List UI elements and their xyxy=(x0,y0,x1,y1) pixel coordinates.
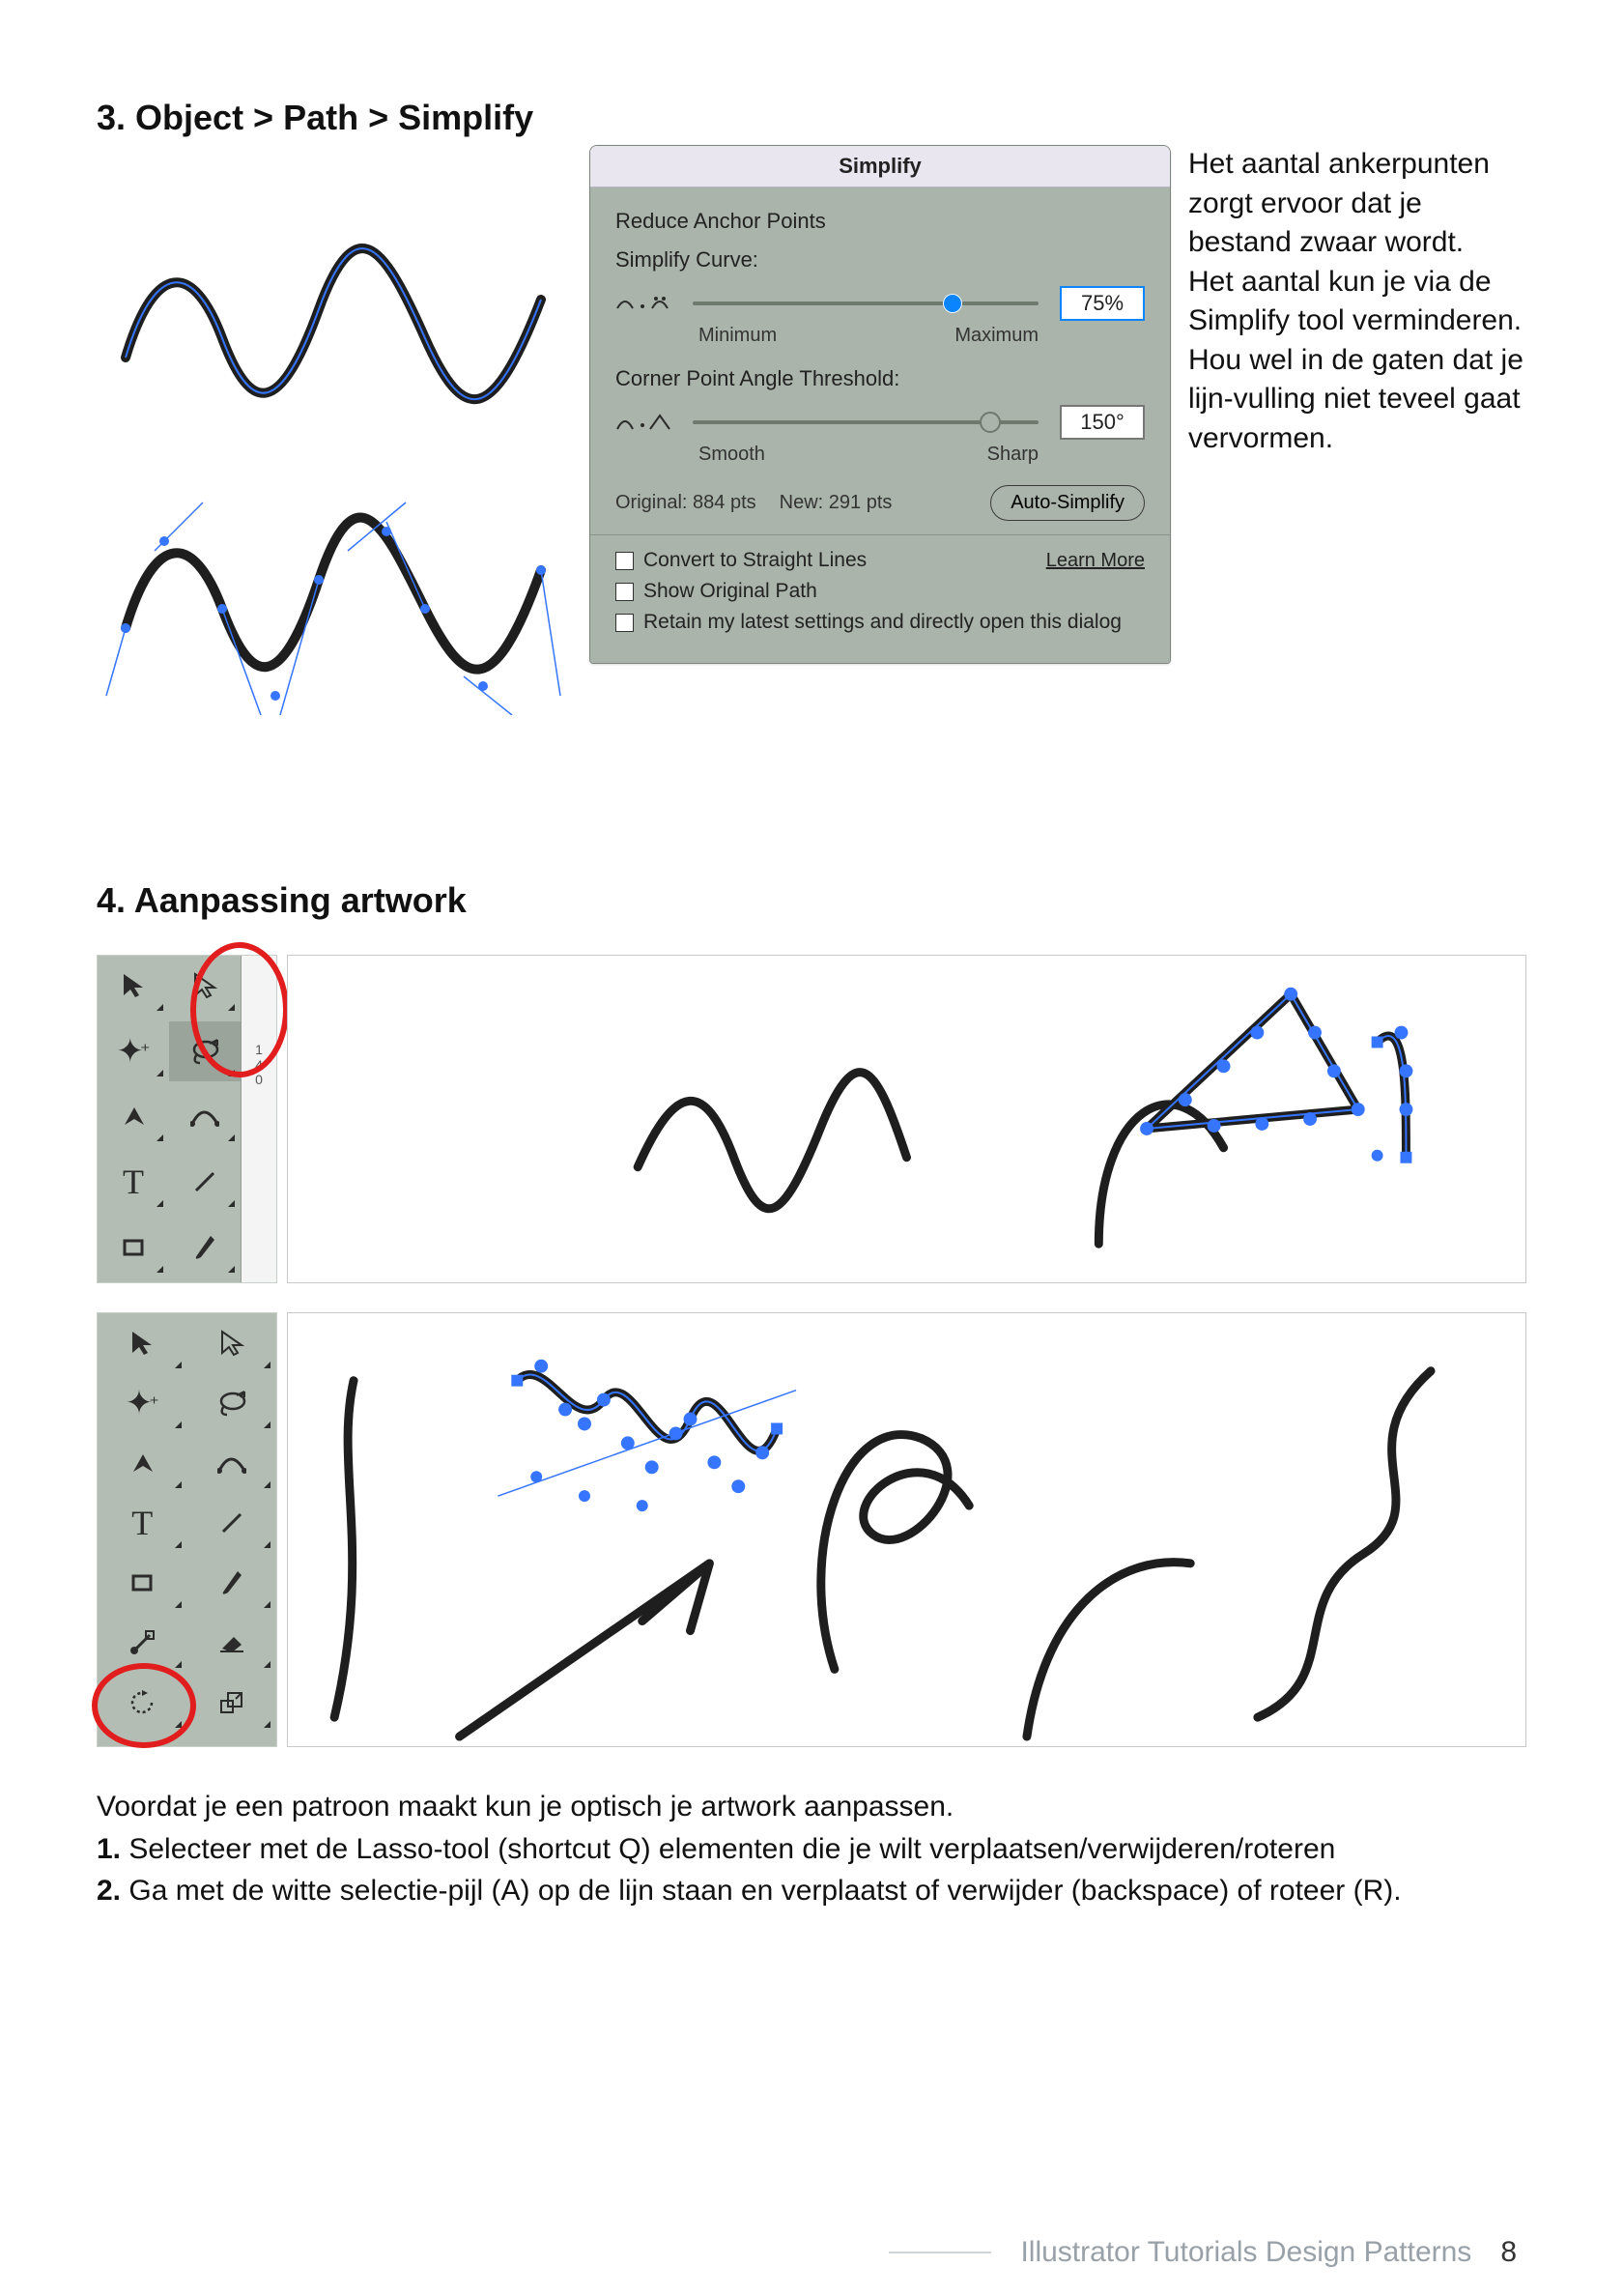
ruler: 1 4 0 xyxy=(241,956,276,1282)
toolbar-b: ✦⁺ T xyxy=(97,1312,277,1747)
direct-selection-icon[interactable] xyxy=(187,1313,277,1373)
section4-intro: Voordat je een patroon maakt kun je opti… xyxy=(97,1786,1526,1828)
curve-min-text: Minimum xyxy=(698,325,777,347)
curve-max-text: Maximum xyxy=(954,325,1039,347)
page-footer: Illustrator Tutorials Design Patterns 8 xyxy=(0,2236,1517,2269)
paintbrush-icon[interactable] xyxy=(187,1553,277,1613)
selection-tool-icon[interactable] xyxy=(98,1313,187,1373)
original-pts: Original: 884 pts xyxy=(615,492,756,514)
group-reduce-anchor-points: Reduce Anchor Points xyxy=(615,209,1145,234)
simplify-artwork-example xyxy=(97,174,570,715)
section4-step2: 2. Ga met de witte selectie-pijl (A) op … xyxy=(97,1870,1526,1912)
new-pts: New: 291 pts xyxy=(780,492,893,514)
curve-min-icon xyxy=(615,293,671,314)
learn-more-link[interactable]: Learn More xyxy=(1046,550,1145,572)
section4-heading: 4. Aanpassing artwork xyxy=(97,879,1526,921)
section3-heading: 3. Object > Path > Simplify xyxy=(97,97,1526,138)
toolbar-a: ✦⁺ T 1 4 0 xyxy=(97,955,277,1283)
line-icon[interactable] xyxy=(187,1493,277,1553)
type-icon[interactable]: T xyxy=(98,1493,187,1553)
section4-step1: 1. Selecteer met de Lasso-tool (shortcut… xyxy=(97,1828,1526,1871)
pen-icon[interactable] xyxy=(98,1086,169,1146)
rotate-icon[interactable] xyxy=(98,1673,187,1733)
curvature-icon[interactable] xyxy=(187,1433,277,1493)
canvas-b[interactable] xyxy=(287,1312,1526,1747)
auto-simplify-button[interactable]: Auto-Simplify xyxy=(990,485,1145,521)
simplify-dialog: Simplify Reduce Anchor Points Simplify C… xyxy=(589,145,1171,664)
chk-retain-settings[interactable] xyxy=(615,614,634,632)
type-icon[interactable]: T xyxy=(98,1152,169,1212)
line-icon[interactable] xyxy=(169,1152,241,1212)
paintbrush-icon[interactable] xyxy=(169,1218,241,1277)
corner-threshold-label: Corner Point Angle Threshold: xyxy=(615,366,1145,391)
pen-icon[interactable] xyxy=(98,1433,187,1493)
chk-retain-settings-label: Retain my latest settings and directly o… xyxy=(643,611,1122,634)
corner-threshold-slider[interactable] xyxy=(693,420,1039,424)
shaper-icon[interactable] xyxy=(98,1613,187,1673)
corner-smooth-text: Smooth xyxy=(698,444,765,466)
magic-wand-icon[interactable]: ✦⁺ xyxy=(98,1373,187,1433)
dialog-title: Simplify xyxy=(590,146,1170,187)
curvature-icon[interactable] xyxy=(169,1086,241,1146)
footer-title: Illustrator Tutorials Design Patterns xyxy=(1020,2236,1471,2269)
lasso-icon[interactable] xyxy=(187,1373,277,1433)
simplify-curve-value[interactable]: 75% xyxy=(1060,286,1145,321)
corner-sharp-text: Sharp xyxy=(987,444,1039,466)
simplify-curve-label: Simplify Curve: xyxy=(615,247,1145,273)
chk-convert-straight[interactable] xyxy=(615,552,634,570)
simplify-curve-slider[interactable] xyxy=(693,301,1039,305)
selection-tool-icon[interactable] xyxy=(98,956,169,1016)
rectangle-icon[interactable] xyxy=(98,1218,169,1277)
rectangle-icon[interactable] xyxy=(98,1553,187,1613)
chk-convert-straight-label: Convert to Straight Lines xyxy=(643,549,867,572)
direct-selection-icon[interactable] xyxy=(169,956,241,1016)
corner-threshold-value[interactable]: 150° xyxy=(1060,405,1145,440)
corner-smooth-icon xyxy=(615,412,671,433)
chk-show-original[interactable] xyxy=(615,583,634,601)
magic-wand-icon[interactable]: ✦⁺ xyxy=(98,1021,169,1081)
eraser-icon[interactable] xyxy=(187,1613,277,1673)
scale-icon[interactable] xyxy=(187,1673,277,1733)
chk-show-original-label: Show Original Path xyxy=(643,580,817,603)
canvas-a[interactable] xyxy=(287,955,1526,1283)
section3-sidetext: Het aantal ankerpunten zorgt ervoor dat … xyxy=(1188,145,1526,458)
footer-page-number: 8 xyxy=(1500,2236,1517,2269)
lasso-icon[interactable] xyxy=(169,1021,241,1081)
